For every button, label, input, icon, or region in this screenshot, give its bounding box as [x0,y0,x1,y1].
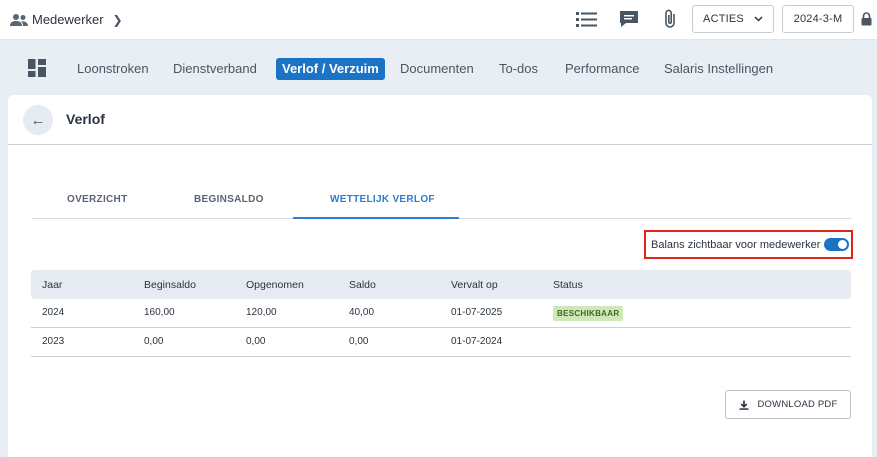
table-row: 2024 160,00 120,00 40,00 01-07-2025 BESC… [31,299,851,328]
balance-toggle-label: Balans zichtbaar voor medewerker [651,238,821,251]
balance-visibility-toggle[interactable] [824,238,849,251]
cell-opgenomen: 120,00 [246,307,277,318]
download-pdf-button[interactable]: DOWNLOAD PDF [725,390,851,419]
cell-beginsaldo: 160,00 [144,307,175,318]
cell-vervalt-op: 01-07-2025 [451,307,503,318]
period-button[interactable]: 2024-3-M [782,5,854,33]
verlof-card: ← Verlof OVERZICHT BEGINSALDO WETTELIJK … [8,95,872,457]
cell-saldo: 40,00 [349,307,375,318]
dashboard-icon[interactable] [28,59,46,77]
acties-label: ACTIES [703,13,744,25]
subtab-beginsaldo[interactable]: BEGINSALDO [194,194,264,205]
col-beginsaldo: Beginsaldo [144,279,196,291]
arrow-left-icon: ← [30,111,46,129]
tab-loonstroken[interactable]: Loonstroken [77,60,149,80]
cell-saldo: 0,00 [349,336,369,347]
verlof-table: Jaar Beginsaldo Opgenomen Saldo Vervalt … [31,270,851,357]
lock-icon[interactable] [861,12,872,26]
people-icon [10,13,28,26]
table-header: Jaar Beginsaldo Opgenomen Saldo Vervalt … [31,270,851,299]
cell-jaar: 2023 [42,336,65,347]
subtab-overzicht[interactable]: OVERZICHT [67,194,127,205]
balance-visibility-setting: Balans zichtbaar voor medewerker [644,230,853,259]
tab-verlof-verzuim[interactable]: Verlof / Verzuim [276,58,385,80]
list-icon[interactable] [576,9,598,29]
status-badge: BESCHIKBAAR [553,306,624,321]
col-vervalt-op: Vervalt op [451,279,498,291]
download-icon [739,400,748,410]
cell-opgenomen: 0,00 [246,336,266,347]
top-bar: Medewerker ❯ ACTIES 2024-3-M [0,0,877,40]
col-opgenomen: Opgenomen [246,279,304,291]
back-button[interactable]: ← [23,105,53,135]
tab-to-dos[interactable]: To-dos [499,60,538,80]
card-header: ← Verlof [8,95,872,145]
download-pdf-label: DOWNLOAD PDF [757,399,838,410]
chevron-down-icon [754,16,763,22]
cell-vervalt-op: 01-07-2024 [451,336,503,347]
page-title: Verlof [66,111,105,127]
sub-tabs: OVERZICHT BEGINSALDO WETTELIJK VERLOF [32,185,851,219]
col-saldo: Saldo [349,279,376,291]
breadcrumb-label[interactable]: Medewerker [32,12,104,27]
active-tab-indicator [293,217,459,219]
period-label: 2024-3-M [793,13,843,25]
table-row: 2023 0,00 0,00 0,00 01-07-2024 [31,328,851,357]
chat-icon[interactable] [618,9,640,29]
breadcrumb[interactable]: Medewerker ❯ [10,12,123,27]
tab-performance[interactable]: Performance [565,60,639,80]
col-status: Status [553,279,583,291]
tab-salaris-instellingen[interactable]: Salaris Instellingen [664,60,773,80]
acties-dropdown[interactable]: ACTIES [692,5,774,33]
cell-jaar: 2024 [42,307,65,318]
chevron-right-icon: ❯ [112,12,123,27]
tab-dienstverband[interactable]: Dienstverband [173,60,257,80]
subtab-wettelijk-verlof[interactable]: WETTELIJK VERLOF [330,194,435,205]
cell-beginsaldo: 0,00 [144,336,164,347]
paperclip-icon[interactable] [660,9,682,29]
col-jaar: Jaar [42,279,63,291]
tab-documenten[interactable]: Documenten [400,60,474,80]
